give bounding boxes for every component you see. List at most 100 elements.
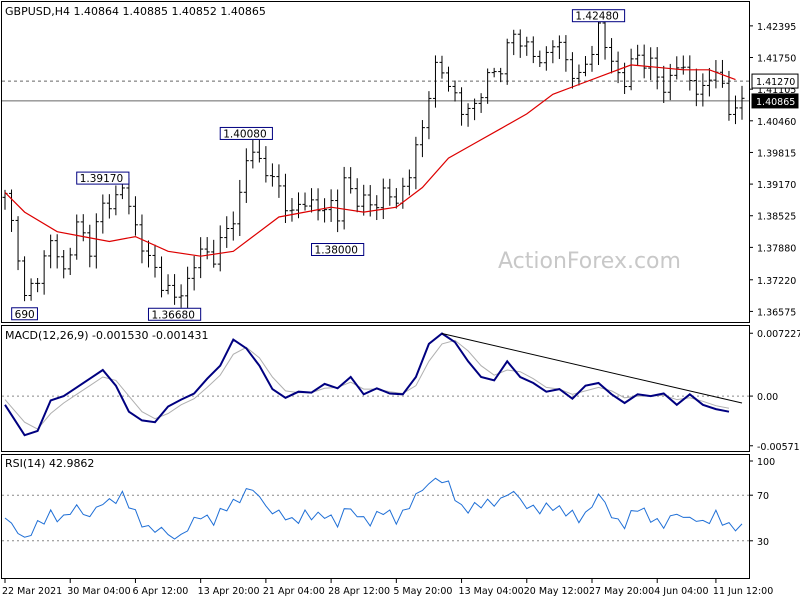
candle [354,178,360,213]
candle [178,284,184,308]
candle [41,250,47,295]
candle [543,46,549,71]
price-axis-tag: 1.41270 [751,73,799,89]
candle [159,256,165,298]
candle [452,80,458,102]
candle [113,185,119,216]
candle [511,29,517,56]
candle [172,274,178,305]
x-tick-label: 5 May 20:00 [393,586,452,597]
candle [269,163,275,187]
candle [680,55,686,75]
rsi-y-tick-label: 70 [757,491,769,502]
chart-window: ActionForex.com GBPUSD,H4 1.40864 1.4088… [0,0,800,600]
axis-layer: 1.423951.417501.411051.404601.398151.391… [2,22,800,597]
price-axis-tag-text: 1.40865 [756,97,795,108]
candle [517,29,523,58]
rsi-line [4,477,743,540]
candle [491,67,497,78]
candle [48,234,54,269]
candle [250,139,256,169]
candle [328,189,334,222]
price-layer: 690 1.39170 1.36680 1.40080 1.38000 1.42480 [2,9,749,321]
candle [152,244,158,278]
candle [145,240,151,268]
candle [706,67,712,97]
price-y-tick-label: 1.37220 [757,276,796,287]
macd-line [4,332,730,437]
price-label-text: 1.40080 [223,128,266,140]
candle [100,194,106,234]
macd-title: MACD(12,26,9) -0.001530 -0.001431 [5,329,208,342]
price-label-text: 1.38000 [315,245,358,257]
candle [465,103,471,127]
price-axis-tag-text: 1.41270 [756,77,795,88]
x-tick-label: 21 Apr 04:00 [263,586,325,597]
chart-svg: ActionForex.com GBPUSD,H4 1.40864 1.4088… [1,1,800,597]
candle [35,278,41,293]
watermark: ActionForex.com [498,249,681,274]
candle [361,184,367,216]
candle [446,66,452,92]
candle [9,189,15,232]
candle [700,73,706,107]
candle [530,36,536,64]
candle [54,234,60,269]
candle [628,48,634,91]
candle [732,95,738,125]
candle [230,211,236,241]
candle [713,60,719,89]
x-tick-label: 22 Mar 2021 [2,586,62,597]
candle [256,139,262,163]
macd-layer [2,332,749,437]
candle [576,64,582,86]
price-y-tick-label: 1.36575 [757,307,796,318]
price-y-tick-label: 1.40460 [757,117,796,128]
macd-y-tick-label: 0.00 [757,392,778,403]
candle [569,52,575,89]
candle [28,278,34,301]
candle [15,216,21,271]
candle [335,189,341,233]
candle [504,38,510,85]
candle [550,40,556,64]
candle [498,67,504,83]
candle [74,214,80,260]
price-label: 1.42480 [571,9,626,23]
candle [295,192,301,219]
candle [654,47,660,90]
candle [302,192,308,211]
rsi-y-tick-label: 30 [757,537,769,548]
price-y-tick-label: 1.37880 [757,243,796,254]
candle [472,98,478,121]
candle [406,169,412,196]
price-y-tick-label: 1.39815 [757,148,796,159]
candle [217,225,223,272]
x-tick-label: 20 May 12:00 [524,586,589,597]
candle [635,44,641,67]
macd-trendline [441,332,743,404]
candle [93,213,99,269]
candle [641,44,647,79]
candle [87,224,93,268]
candle [387,178,393,206]
candle [667,63,673,101]
candle [432,55,438,108]
candle [439,55,445,79]
macd-y-tick-label: 0.007227 [757,329,800,340]
candle [348,167,354,194]
price-title: GBPUSD,H4 1.40864 1.40885 1.40852 1.4086… [5,5,266,18]
candle [582,56,588,77]
candle [289,198,295,222]
candle [309,188,315,213]
candle [132,196,138,236]
price-axis-tag: 1.40865 [751,93,799,109]
candle [478,93,484,113]
price-y-tick-label: 1.39170 [757,180,796,191]
candle [263,146,269,183]
candle [419,120,425,158]
candle [537,50,543,67]
price-label: 1.38000 [311,243,365,257]
candle [191,255,197,291]
candle [661,65,667,103]
